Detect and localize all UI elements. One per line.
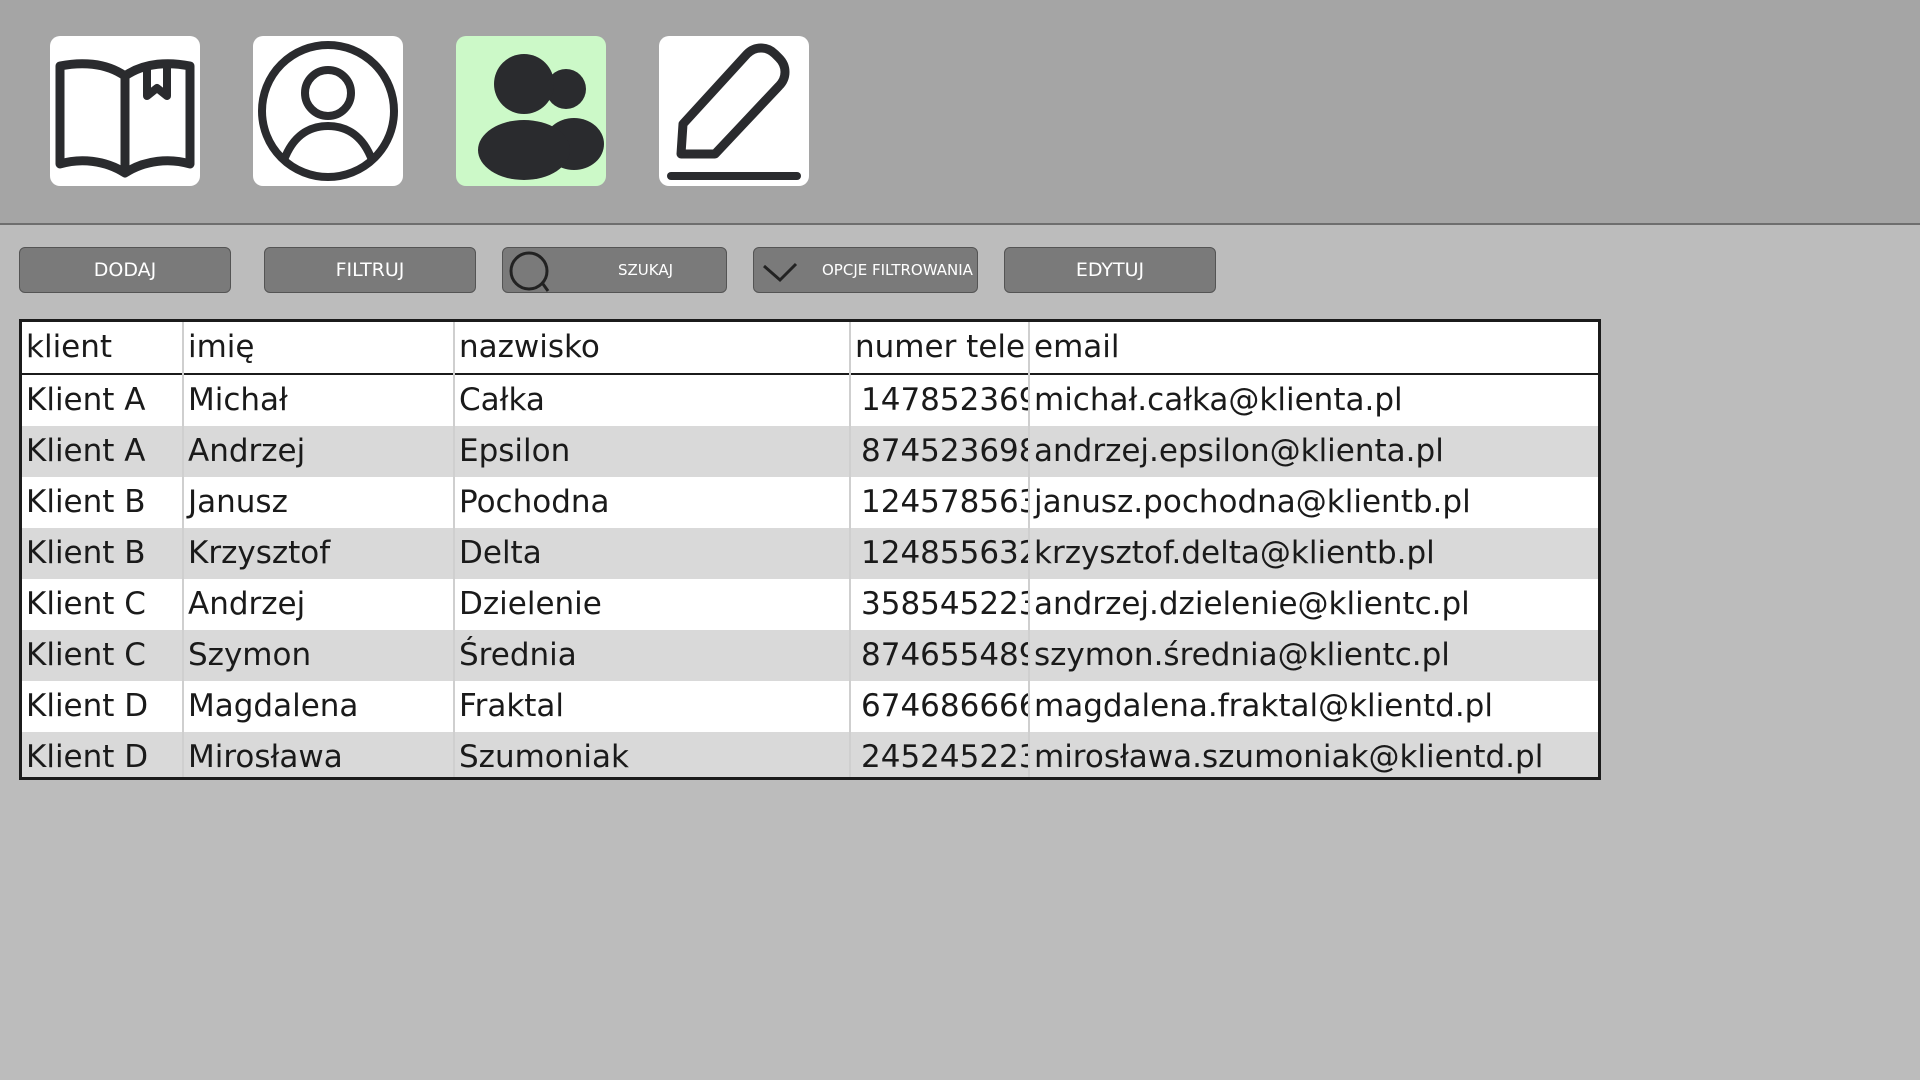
cell-last-name: Szumoniak: [454, 732, 851, 777]
column-header-email[interactable]: email: [1029, 322, 1598, 374]
edit-button-label: EDYTUJ: [1075, 259, 1145, 281]
cell-first-name: Mirosława: [183, 732, 455, 777]
filter-button[interactable]: FILTRUJ: [264, 247, 476, 293]
table-row[interactable]: Klient A Michał Całka 147852369 michał.c…: [22, 374, 1598, 426]
search-button[interactable]: SZUKAJ: [502, 247, 727, 293]
cell-client: Klient B: [22, 528, 184, 579]
top-navigation-bar: [0, 0, 1920, 225]
cell-first-name: Michał: [183, 374, 455, 426]
table-row[interactable]: Klient C Szymon Średnia 874655489 szymon…: [22, 630, 1598, 681]
table-header-row: klient imię nazwisko numer tele email: [22, 322, 1598, 374]
cell-first-name: Magdalena: [183, 681, 455, 732]
edit-pencil-icon: [667, 43, 801, 180]
cell-client: Klient C: [22, 630, 184, 681]
cell-phone: 674686666: [850, 681, 1030, 732]
cell-client: Klient D: [22, 681, 184, 732]
cell-phone: 245245223: [850, 732, 1030, 777]
cell-first-name: Andrzej: [183, 426, 455, 477]
cell-last-name: Dzielenie: [454, 579, 851, 630]
cell-last-name: Delta: [454, 528, 851, 579]
table-row[interactable]: Klient D Magdalena Fraktal 674686666 mag…: [22, 681, 1598, 732]
column-header-last-name[interactable]: nazwisko: [454, 322, 851, 374]
cell-email: mirosława.szumoniak@klientd.pl: [1034, 739, 1544, 775]
nav-tile-profile[interactable]: [253, 36, 403, 186]
cell-client: Klient A: [22, 426, 184, 477]
table-row[interactable]: Klient A Andrzej Epsilon 874523698 andrz…: [22, 426, 1598, 477]
cell-last-name: Średnia: [454, 630, 851, 681]
add-button-label: DODAJ: [93, 259, 157, 281]
cell-phone: 147852369: [850, 374, 1030, 426]
cell-phone: 874523698: [850, 426, 1030, 477]
cell-email: andrzej.epsilon@klienta.pl: [1034, 433, 1444, 469]
cell-last-name: Całka: [454, 374, 851, 426]
cell-last-name: Fraktal: [454, 681, 851, 732]
table-row[interactable]: Klient C Andrzej Dzielenie 358545223 and…: [22, 579, 1598, 630]
table-row[interactable]: Klient D Mirosława Szumoniak 245245223 m…: [22, 732, 1598, 777]
user-profile-icon: [258, 41, 398, 181]
cell-last-name: Epsilon: [454, 426, 851, 477]
users-group-icon: [478, 54, 604, 180]
filter-options-label: OPCJE FILTROWANIA: [822, 261, 973, 279]
cell-client: Klient C: [22, 579, 184, 630]
column-header-phone[interactable]: numer tele: [850, 322, 1030, 374]
nav-tile-clients[interactable]: [456, 36, 606, 186]
cell-client: Klient D: [22, 732, 184, 777]
cell-email: krzysztof.delta@klientb.pl: [1034, 535, 1435, 571]
cell-phone: 124855632: [850, 528, 1030, 579]
cell-first-name: Andrzej: [183, 579, 455, 630]
cell-phone: 124578563: [850, 477, 1030, 528]
cell-client: Klient B: [22, 477, 184, 528]
cell-first-name: Szymon: [183, 630, 455, 681]
chevron-down-icon: [763, 262, 798, 283]
cell-phone: 358545223: [850, 579, 1030, 630]
add-button[interactable]: DODAJ: [19, 247, 231, 293]
table-row[interactable]: Klient B Janusz Pochodna 124578563 janus…: [22, 477, 1598, 528]
edit-button[interactable]: EDYTUJ: [1004, 247, 1216, 293]
column-header-first-name[interactable]: imię: [183, 322, 455, 374]
cell-last-name: Pochodna: [454, 477, 851, 528]
cell-phone: 874655489: [850, 630, 1030, 681]
cell-client: Klient A: [22, 374, 184, 426]
cell-email: magdalena.fraktal@klientd.pl: [1034, 688, 1493, 724]
book-icon: [55, 59, 195, 178]
column-header-client[interactable]: klient: [22, 322, 184, 374]
filter-button-label: FILTRUJ: [335, 259, 405, 281]
cell-email: michał.całka@klienta.pl: [1034, 382, 1403, 418]
cell-email: andrzej.dzielenie@klientc.pl: [1034, 586, 1470, 622]
clients-table: klient imię nazwisko numer tele email Kl…: [19, 319, 1601, 780]
cell-first-name: Krzysztof: [183, 528, 455, 579]
filter-options-dropdown[interactable]: OPCJE FILTROWANIA: [753, 247, 978, 293]
nav-tile-catalog[interactable]: [50, 36, 200, 186]
search-button-label: SZUKAJ: [618, 261, 674, 279]
nav-tile-edit[interactable]: [659, 36, 809, 186]
search-icon: [509, 251, 550, 292]
cell-email: janusz.pochodna@klientb.pl: [1034, 484, 1471, 520]
cell-email: szymon.średnia@klientc.pl: [1034, 637, 1450, 673]
cell-first-name: Janusz: [183, 477, 455, 528]
table-row[interactable]: Klient B Krzysztof Delta 124855632 krzys…: [22, 528, 1598, 579]
